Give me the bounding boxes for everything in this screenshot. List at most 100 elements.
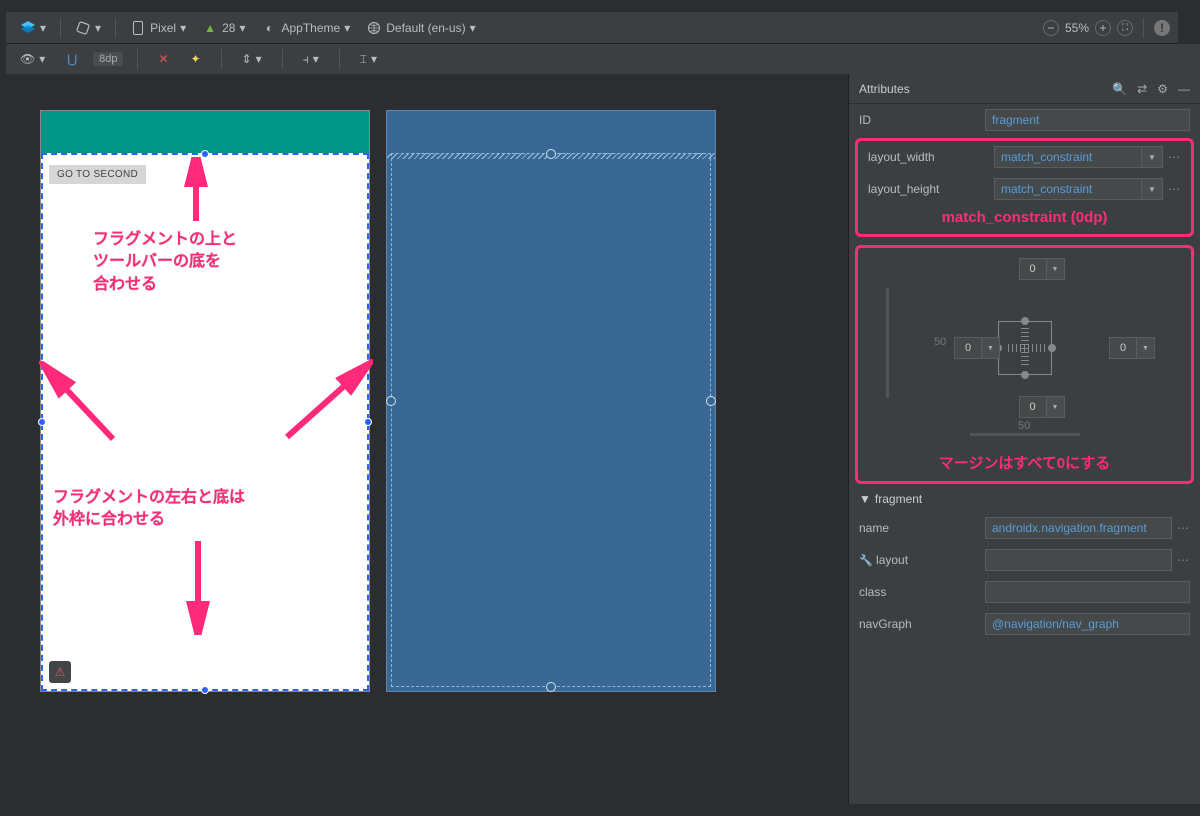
- search-icon[interactable]: 🔍: [1112, 82, 1127, 96]
- swap-icon[interactable]: ⇄: [1137, 82, 1147, 96]
- clear-constraints-button[interactable]: ✕: [152, 47, 174, 71]
- magnet-button[interactable]: ⋃: [61, 47, 83, 71]
- bp-handle-left[interactable]: [386, 396, 396, 406]
- warning-icon: ⚠: [55, 665, 66, 679]
- attr-label-height: layout_height: [868, 182, 994, 196]
- cw-anchor-bottom[interactable]: [1021, 371, 1029, 379]
- margin-top-input[interactable]: 0▼: [1019, 258, 1065, 280]
- attr-input-id[interactable]: fragment: [985, 109, 1190, 131]
- annotation-arrow-right: [273, 359, 373, 449]
- bp-handle-right[interactable]: [706, 396, 716, 406]
- attr-input-height[interactable]: match_constraint: [994, 178, 1141, 200]
- width-dropdown-button[interactable]: ▼: [1141, 146, 1163, 168]
- guidelines-icon: ⌶: [360, 52, 367, 67]
- cw-anchor-top[interactable]: [1021, 317, 1029, 325]
- section-fragment[interactable]: ▼ fragment: [849, 486, 1200, 512]
- api-label: 28: [222, 21, 235, 35]
- more-icon[interactable]: ⋯: [1167, 182, 1181, 196]
- constraint-widget[interactable]: 50 50 0▼ 0▼: [858, 248, 1191, 448]
- design-toolbar: ▾ ▾ Pixel▾ ▲ 28▾ ◐ AppTheme▾ Default (en…: [6, 12, 1178, 44]
- guidelines-button[interactable]: ⌶▾: [354, 47, 383, 71]
- more-icon[interactable]: ⋯: [1176, 553, 1190, 567]
- constraint-square: [998, 321, 1052, 375]
- more-icon[interactable]: ⋯: [1167, 150, 1181, 164]
- attr-label-class: class: [859, 585, 985, 599]
- default-margin-button[interactable]: 8dp: [93, 52, 123, 66]
- zoom-out-button[interactable]: −: [1043, 20, 1059, 36]
- attributes-title: Attributes: [859, 82, 910, 96]
- attr-label-width: layout_width: [868, 150, 994, 164]
- bp-handle-top[interactable]: [546, 149, 556, 159]
- align-button[interactable]: ⫞▾: [297, 47, 325, 71]
- infer-constraints-button[interactable]: ✦: [185, 47, 207, 71]
- blueprint-fragment-outline: [391, 153, 711, 687]
- layout-warning-button[interactable]: ⚠: [49, 661, 71, 683]
- device-label: Pixel: [150, 21, 176, 35]
- attr-row-class: class: [849, 576, 1200, 608]
- attr-row-width: layout_width match_constraint ▼ ⋯: [858, 141, 1191, 173]
- pack-button[interactable]: ⇕▾: [236, 47, 268, 71]
- phone-icon: [130, 20, 146, 36]
- layers-icon: [20, 20, 36, 36]
- annotation-top: フラグメントの上と ツールバーの底を 合わせる: [93, 229, 237, 296]
- annotation-bottom: フラグメントの左右と底は 外枠に合わせる: [53, 487, 245, 532]
- clear-constraints-icon: ✕: [158, 52, 168, 66]
- wrench-icon: 🔧: [859, 555, 873, 567]
- magnet-icon: ⋃: [67, 52, 77, 66]
- layout-toolbar: 👁▾ ⋃ 8dp ✕ ✦ ⇕▾ ⫞▾ ⌶▾: [6, 44, 1200, 74]
- attr-row-layout: 🔧 layout ⋯: [849, 544, 1200, 576]
- annotation-arrow-up: [181, 157, 211, 225]
- annotation-arrow-left: [39, 361, 129, 451]
- cw-anchor-right[interactable]: [1048, 344, 1056, 352]
- zoom-value: 55%: [1065, 21, 1089, 35]
- highlight-margins: 50 50 0▼ 0▼: [855, 245, 1194, 484]
- attr-label-layout: 🔧 layout: [859, 553, 985, 567]
- constraint-handle-bottom[interactable]: [201, 686, 209, 694]
- blueprint-preview[interactable]: [386, 110, 716, 692]
- attr-row-height: layout_height match_constraint ▼ ⋯: [858, 173, 1191, 205]
- more-icon[interactable]: ⋯: [1176, 521, 1190, 535]
- android-icon: ▲: [202, 20, 218, 36]
- minimize-icon[interactable]: —: [1178, 82, 1190, 96]
- zoom-fit-button[interactable]: ⛶: [1117, 20, 1133, 36]
- theme-picker[interactable]: ◐ AppTheme▾: [256, 16, 357, 40]
- palette-mode-button[interactable]: ▾: [14, 16, 52, 40]
- device-picker[interactable]: Pixel▾: [124, 16, 192, 40]
- height-dropdown-button[interactable]: ▼: [1141, 178, 1163, 200]
- bias-track-h[interactable]: [970, 433, 1080, 436]
- attr-input-class[interactable]: [985, 581, 1190, 603]
- api-picker[interactable]: ▲ 28▾: [196, 16, 251, 40]
- attr-label-name: name: [859, 521, 985, 535]
- bias-track-v[interactable]: [886, 288, 889, 398]
- pack-icon: ⇕: [242, 52, 252, 66]
- globe-icon: [366, 20, 382, 36]
- locale-label: Default (en-us): [386, 21, 465, 35]
- attr-input-navgraph[interactable]: @navigation/nav_graph: [985, 613, 1190, 635]
- design-canvas[interactable]: GO TO SECOND ⚠ フラグメントの上と ツールバーの底を 合わせる: [0, 74, 848, 804]
- align-icon: ⫞: [303, 52, 309, 67]
- attr-row-name: name androidx.navigation.fragment ⋯: [849, 512, 1200, 544]
- attr-label-id: ID: [859, 113, 985, 127]
- zoom-in-button[interactable]: +: [1095, 20, 1111, 36]
- design-preview[interactable]: GO TO SECOND ⚠ フラグメントの上と ツールバーの底を 合わせる: [40, 110, 370, 692]
- locale-picker[interactable]: Default (en-us)▾: [360, 16, 481, 40]
- wand-icon: ✦: [191, 52, 201, 66]
- view-options-button[interactable]: 👁▾: [14, 47, 51, 71]
- margin-right-input[interactable]: 0▼: [1109, 337, 1155, 359]
- attr-input-name[interactable]: androidx.navigation.fragment: [985, 517, 1172, 539]
- preview-appbar: [41, 111, 369, 153]
- warnings-button[interactable]: !: [1154, 20, 1170, 36]
- attr-row-navgraph: navGraph @navigation/nav_graph: [849, 608, 1200, 640]
- gear-icon[interactable]: ⚙: [1157, 82, 1168, 96]
- attr-input-layout[interactable]: [985, 549, 1172, 571]
- orientation-button[interactable]: ▾: [69, 16, 107, 40]
- eye-icon: 👁: [20, 52, 35, 66]
- margin-left-input[interactable]: 0▼: [954, 337, 1000, 359]
- attr-label-navgraph: navGraph: [859, 617, 985, 631]
- zoom-controls: − 55% + ⛶ !: [1043, 18, 1170, 38]
- margin-bottom-input[interactable]: 0▼: [1019, 396, 1065, 418]
- theme-icon: ◐: [262, 20, 278, 36]
- attr-input-width[interactable]: match_constraint: [994, 146, 1141, 168]
- bp-handle-bottom[interactable]: [546, 682, 556, 692]
- attributes-panel: Attributes 🔍 ⇄ ⚙ — ID fragment layout_wi…: [848, 74, 1200, 804]
